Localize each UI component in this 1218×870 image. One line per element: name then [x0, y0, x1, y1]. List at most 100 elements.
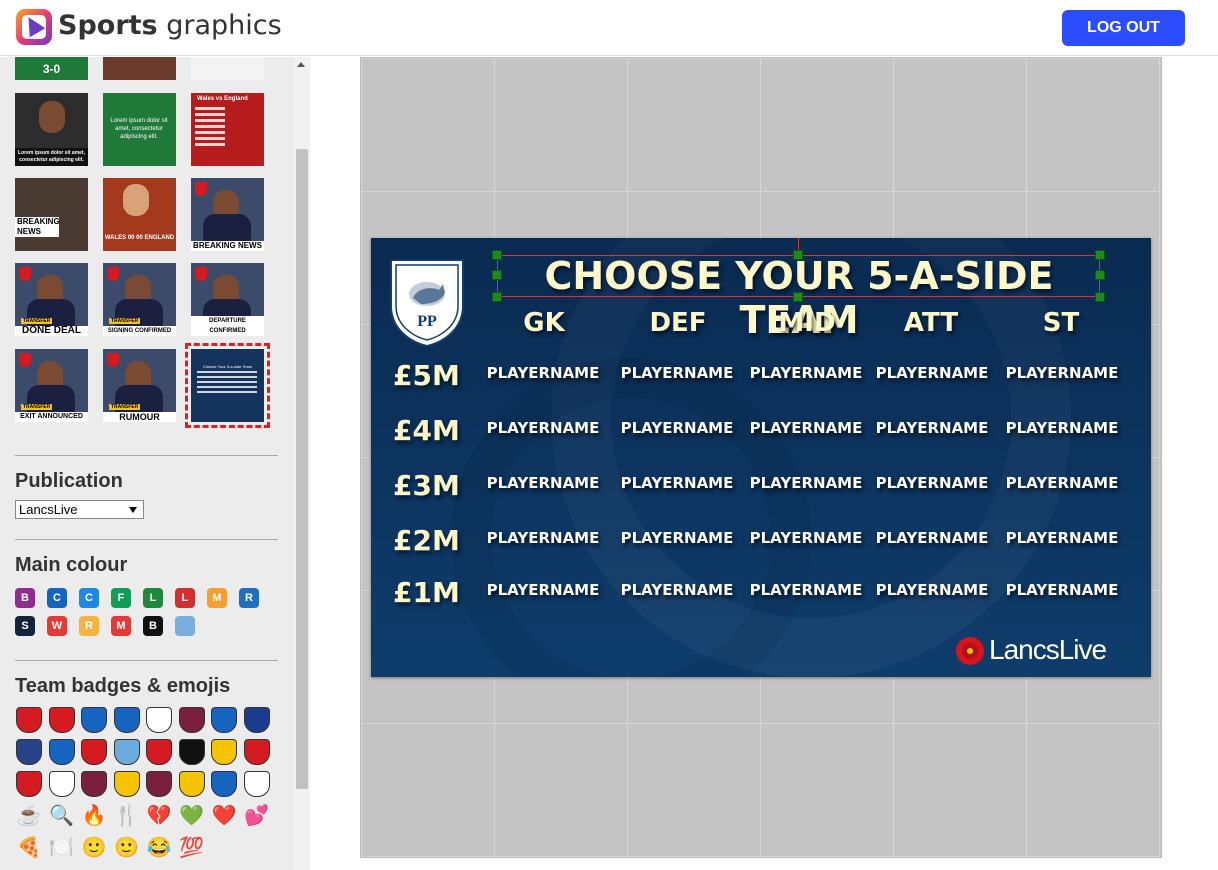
team-badge-icon[interactable]	[48, 739, 75, 765]
team-badge-icon[interactable]	[113, 707, 140, 733]
emoji-icon[interactable]: 💚	[179, 803, 205, 829]
template-thumbnail[interactable]: BREAKING NEWS	[191, 178, 264, 251]
price-label[interactable]: £1M	[393, 576, 463, 609]
emoji-icon[interactable]: 🙂	[81, 835, 107, 861]
colour-swatch-m[interactable]: M	[207, 588, 227, 608]
colour-swatch-m[interactable]: M	[111, 616, 131, 636]
player-name-def[interactable]: PLAYERNAME	[615, 419, 739, 437]
scroll-thumb[interactable]	[296, 149, 308, 789]
emoji-icon[interactable]: 😂	[146, 835, 172, 861]
colour-swatch-b[interactable]: B	[143, 616, 163, 636]
player-name-mid[interactable]: PLAYERNAME	[744, 419, 868, 437]
player-name-mid[interactable]: PLAYERNAME	[744, 474, 868, 492]
sidebar-scrollbar[interactable]	[294, 57, 310, 870]
price-label[interactable]: £4M	[393, 414, 463, 447]
team-badge-icon[interactable]	[113, 739, 140, 765]
template-thumbnail[interactable]	[191, 57, 264, 80]
team-badge-icon[interactable]	[211, 771, 237, 797]
emoji-icon[interactable]: 🍕	[16, 835, 42, 861]
resize-handle[interactable]	[1095, 250, 1105, 260]
colour-swatch-l[interactable]: L	[143, 588, 163, 608]
team-badge-icon[interactable]	[211, 707, 237, 733]
template-thumbnail[interactable]: TRANSFER EXIT ANNOUNCED	[15, 349, 88, 422]
template-thumbnail[interactable]: Lorem ipsum dolor sit amet, consectetur …	[15, 93, 88, 166]
team-badge-icon[interactable]	[48, 771, 75, 797]
column-heading-mid[interactable]: MID	[747, 308, 867, 338]
player-name-gk[interactable]: PLAYERNAME	[481, 419, 605, 437]
colour-swatch-r[interactable]: R	[239, 588, 259, 608]
template-thumbnail[interactable]: TRANSFER DEPARTURE CONFIRMED	[191, 263, 264, 336]
template-thumbnail[interactable]: TRANSFER SIGNING CONFIRMED	[103, 263, 176, 336]
emoji-icon[interactable]: ☕	[16, 803, 42, 829]
team-badge-icon[interactable]	[81, 707, 107, 733]
emoji-icon[interactable]: 💯	[179, 835, 205, 861]
player-name-att[interactable]: PLAYERNAME	[870, 419, 994, 437]
team-badge-icon[interactable]	[81, 739, 107, 765]
colour-swatch-c[interactable]: C	[79, 588, 99, 608]
resize-handle[interactable]	[492, 270, 502, 280]
player-name-att[interactable]: PLAYERNAME	[870, 364, 994, 382]
team-badge-icon[interactable]	[16, 739, 42, 765]
team-badge-icon[interactable]	[211, 739, 237, 765]
publication-select[interactable]: LancsLive	[15, 500, 144, 519]
colour-swatch-c[interactable]: C	[47, 588, 67, 608]
team-badge-icon[interactable]	[146, 771, 172, 797]
template-thumbnail[interactable]: Lorem ipsum dolor sit amet, consectetur …	[103, 93, 176, 166]
emoji-icon[interactable]: 🍴	[114, 803, 140, 829]
price-label[interactable]: £5M	[393, 359, 463, 392]
player-name-mid[interactable]: PLAYERNAME	[744, 364, 868, 382]
colour-swatch-s[interactable]: S	[15, 616, 35, 636]
player-name-st[interactable]: PLAYERNAME	[1000, 474, 1124, 492]
colour-swatch-custom[interactable]	[175, 616, 195, 636]
emoji-icon[interactable]: ❤️	[211, 803, 237, 829]
team-badge-icon[interactable]	[113, 771, 140, 797]
team-badge-icon[interactable]	[178, 707, 205, 733]
emoji-icon[interactable]: 💔	[146, 803, 172, 829]
price-label[interactable]: £3M	[393, 469, 463, 502]
column-heading-att[interactable]: ATT	[871, 308, 991, 338]
column-heading-def[interactable]: DEF	[618, 308, 738, 338]
emoji-icon[interactable]: 🙂	[114, 835, 140, 861]
player-name-att[interactable]: PLAYERNAME	[870, 474, 994, 492]
player-name-def[interactable]: PLAYERNAME	[615, 529, 739, 547]
emoji-icon[interactable]: 🔥	[81, 803, 107, 829]
resize-handle[interactable]	[1095, 270, 1105, 280]
emoji-icon[interactable]: 🔍	[49, 803, 75, 829]
player-name-st[interactable]: PLAYERNAME	[1000, 581, 1124, 599]
colour-swatch-b[interactable]: B	[15, 588, 35, 608]
team-badge-icon[interactable]	[146, 739, 172, 765]
team-badge-icon[interactable]	[16, 707, 42, 733]
team-badge-icon[interactable]	[146, 707, 172, 733]
column-heading-st[interactable]: ST	[1001, 308, 1121, 338]
team-badge-icon[interactable]	[16, 771, 42, 797]
player-name-gk[interactable]: PLAYERNAME	[481, 529, 605, 547]
player-name-gk[interactable]: PLAYERNAME	[481, 581, 605, 599]
template-thumbnail[interactable]: TRANSFER DONE DEAL	[15, 263, 88, 336]
template-thumbnail[interactable]: Wales vs England	[191, 93, 264, 166]
player-name-def[interactable]: PLAYERNAME	[615, 364, 739, 382]
team-badge-icon[interactable]	[243, 707, 270, 733]
template-thumbnail[interactable]: TRANSFER RUMOUR	[103, 349, 176, 422]
template-thumbnail-selected[interactable]: Choose Your 5-a-side Team	[185, 343, 270, 428]
colour-swatch-w[interactable]: W	[47, 616, 67, 636]
colour-swatch-l[interactable]: L	[175, 588, 195, 608]
template-thumbnail[interactable]: 3-0	[15, 57, 88, 80]
player-name-att[interactable]: PLAYERNAME	[870, 529, 994, 547]
team-badge-icon[interactable]	[243, 771, 270, 797]
template-thumbnail[interactable]: WALES 00 00 ENGLAND	[103, 178, 176, 251]
emoji-icon[interactable]: 💕	[244, 803, 270, 829]
template-thumbnail[interactable]	[103, 57, 176, 80]
logout-button[interactable]: LOG OUT	[1062, 10, 1185, 46]
player-name-att[interactable]: PLAYERNAME	[870, 581, 994, 599]
team-badge-icon[interactable]	[48, 707, 75, 733]
price-label[interactable]: £2M	[393, 524, 463, 557]
team-badge-icon[interactable]	[178, 739, 205, 765]
team-badge-icon[interactable]	[81, 771, 107, 797]
player-name-st[interactable]: PLAYERNAME	[1000, 419, 1124, 437]
team-badge-icon[interactable]	[243, 739, 270, 765]
graphic-canvas[interactable]: PP CHOOSE YOUR 5-A-SIDE TEAM GK DEF MID …	[371, 238, 1151, 677]
player-name-def[interactable]: PLAYERNAME	[615, 474, 739, 492]
player-name-st[interactable]: PLAYERNAME	[1000, 529, 1124, 547]
emoji-icon[interactable]: 🍽️	[49, 835, 75, 861]
player-name-gk[interactable]: PLAYERNAME	[481, 364, 605, 382]
